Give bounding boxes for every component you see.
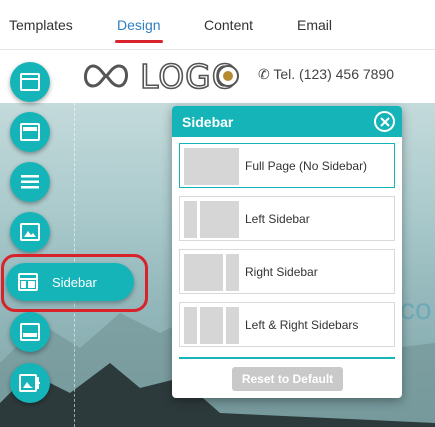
- browser-icon: [20, 323, 40, 341]
- infinity-logo-icon: [84, 64, 128, 88]
- top-tab-bar: Templates Design Content Email: [0, 0, 435, 50]
- option-left-right-sidebars[interactable]: Left & Right Sidebars: [179, 302, 395, 347]
- panel-title: Sidebar: [182, 114, 234, 130]
- left-sidebar-thumbnail-side: [184, 201, 197, 238]
- panel-divider: [179, 357, 395, 359]
- tab-email[interactable]: Email: [297, 17, 332, 33]
- sidebar-icon: [18, 273, 38, 291]
- rail-image-button[interactable]: [10, 212, 50, 252]
- full-page-thumbnail: [184, 148, 239, 185]
- image-icon: [20, 223, 40, 241]
- tab-content[interactable]: Content: [204, 17, 253, 33]
- dual-sidebar-thumbnail-main: [200, 307, 223, 344]
- phone-icon: ✆: [258, 66, 270, 82]
- sidebar-panel: Sidebar Full Page (No Sidebar) Left Side…: [172, 106, 402, 398]
- option-label: Right Sidebar: [245, 265, 318, 279]
- option-left-sidebar[interactable]: Left Sidebar: [179, 196, 395, 241]
- phone-text: Tel. (123) 456 7890: [273, 66, 395, 82]
- right-sidebar-thumbnail-side: [226, 254, 239, 291]
- phone-number: ✆ Tel. (123) 456 7890: [258, 66, 394, 83]
- option-right-sidebar[interactable]: Right Sidebar: [179, 249, 395, 294]
- hero-heading-fragment: co: [400, 293, 432, 326]
- option-label: Full Page (No Sidebar): [245, 159, 368, 173]
- right-sidebar-thumbnail-main: [184, 254, 223, 291]
- left-sidebar-thumbnail-main: [200, 201, 239, 238]
- close-button[interactable]: [374, 111, 395, 132]
- rail-window-button[interactable]: [10, 62, 50, 102]
- site-header: LOGO ✆ Tel. (123) 456 7890: [0, 51, 435, 103]
- menu-icon: [21, 175, 39, 189]
- reset-to-default-button[interactable]: Reset to Default: [232, 367, 343, 391]
- dual-sidebar-thumbnail-right: [226, 307, 239, 344]
- active-tab-underline: [115, 40, 163, 43]
- logo-dot-icon: [217, 65, 239, 87]
- browser-icon: [20, 123, 40, 141]
- dual-sidebar-thumbnail-left: [184, 307, 197, 344]
- panel-header: Sidebar: [172, 106, 402, 137]
- tab-templates[interactable]: Templates: [9, 17, 73, 33]
- rail-header-button[interactable]: [10, 112, 50, 152]
- option-full-page[interactable]: Full Page (No Sidebar): [179, 143, 395, 188]
- rail-sidebar-label: Sidebar: [52, 274, 97, 290]
- rail-sidebar-button[interactable]: Sidebar: [6, 263, 134, 301]
- tab-design[interactable]: Design: [117, 17, 161, 33]
- rail-menu-button[interactable]: [10, 162, 50, 202]
- window-icon: [20, 73, 40, 91]
- rail-background-button[interactable]: [10, 363, 50, 403]
- image-edit-icon: [19, 374, 40, 392]
- option-label: Left & Right Sidebars: [245, 318, 359, 332]
- rail-footer-button[interactable]: [10, 312, 50, 352]
- option-label: Left Sidebar: [245, 212, 310, 226]
- close-icon: [379, 116, 390, 127]
